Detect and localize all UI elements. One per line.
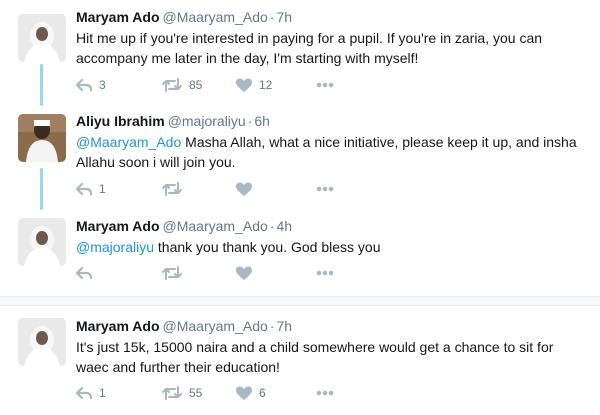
avatar[interactable] bbox=[18, 14, 66, 62]
reply-count: 1 bbox=[99, 386, 106, 400]
tweet-header: Maryam Ado @Maaryam_Ado · 7h bbox=[76, 317, 292, 335]
mention-link[interactable]: @majoraliyu bbox=[76, 239, 154, 255]
retweet-icon bbox=[162, 266, 182, 280]
tweet-text: Hit me up if you're interested in paying… bbox=[76, 30, 543, 66]
tweet[interactable]: Aliyu Ibrahim @majoraliyu · 6h @Maaryam_Ado… bbox=[0, 100, 600, 204]
tweet-actions: 1 bbox=[76, 180, 376, 198]
avatar[interactable] bbox=[18, 114, 66, 162]
reply-button[interactable] bbox=[76, 264, 99, 282]
author-handle[interactable]: @Maaryam_Ado bbox=[163, 218, 268, 234]
more-button[interactable] bbox=[316, 76, 334, 94]
retweet-icon bbox=[162, 78, 182, 92]
separator-dot: · bbox=[269, 318, 275, 334]
conversation-separator bbox=[0, 296, 600, 306]
tweet-timestamp[interactable]: 7h bbox=[276, 9, 292, 25]
more-dots-icon bbox=[316, 82, 334, 88]
like-button[interactable] bbox=[236, 180, 259, 198]
heart-icon bbox=[236, 386, 252, 400]
separator-dot: · bbox=[269, 9, 275, 25]
avatar[interactable] bbox=[18, 218, 66, 266]
tweet-text: @Maaryam_Ado Masha Allah, what a nice in… bbox=[76, 132, 586, 172]
reply-count: 1 bbox=[99, 182, 106, 196]
tweet-text: It's just 15k, 15000 naira and a child s… bbox=[76, 339, 554, 375]
tweet[interactable]: Maryam Ado @Maaryam_Ado · 7h It's just 15k,… bbox=[0, 306, 600, 415]
tweet[interactable]: Maryam Ado @Maaryam_Ado · 7h Hit me up if y… bbox=[0, 0, 600, 100]
retweet-button[interactable] bbox=[162, 180, 189, 198]
reply-arrow-icon bbox=[76, 78, 92, 92]
separator-dot: · bbox=[269, 218, 275, 234]
like-count: 6 bbox=[259, 386, 266, 400]
tweet-timestamp[interactable]: 4h bbox=[276, 218, 292, 234]
tweet-timestamp[interactable]: 6h bbox=[254, 113, 270, 129]
mention-link[interactable]: @Maaryam_Ado bbox=[76, 134, 181, 150]
tweet-actions bbox=[76, 264, 376, 282]
heart-icon bbox=[236, 78, 252, 92]
retweet-count: 55 bbox=[189, 386, 203, 400]
like-button[interactable] bbox=[236, 264, 259, 282]
author-handle[interactable]: @majoraliyu bbox=[168, 113, 246, 129]
tweet-actions: 1 55 6 bbox=[76, 384, 376, 402]
tweet-header: Aliyu Ibrahim @majoraliyu · 6h bbox=[76, 112, 270, 130]
author-name[interactable]: Maryam Ado bbox=[76, 218, 160, 234]
author-name[interactable]: Maryam Ado bbox=[76, 9, 160, 25]
reply-button[interactable]: 1 bbox=[76, 180, 106, 198]
reply-arrow-icon bbox=[76, 182, 92, 196]
retweet-icon bbox=[162, 386, 182, 400]
more-button[interactable] bbox=[316, 264, 334, 282]
tweet-header: Maryam Ado @Maaryam_Ado · 4h bbox=[76, 217, 292, 235]
tweet-text: @majoraliyu thank you thank you. God ble… bbox=[76, 237, 586, 257]
author-name[interactable]: Aliyu Ibrahim bbox=[76, 113, 165, 129]
more-dots-icon bbox=[316, 270, 334, 276]
more-dots-icon bbox=[316, 186, 334, 192]
heart-icon bbox=[236, 182, 252, 196]
reply-arrow-icon bbox=[76, 386, 92, 400]
author-handle[interactable]: @Maaryam_Ado bbox=[163, 318, 268, 334]
retweet-icon bbox=[162, 182, 182, 196]
like-button[interactable]: 6 bbox=[236, 384, 266, 402]
reply-arrow-icon bbox=[76, 266, 92, 280]
retweet-button[interactable]: 85 bbox=[162, 76, 202, 94]
tweet-timestamp[interactable]: 7h bbox=[276, 318, 292, 334]
tweet-actions: 3 85 12 bbox=[76, 76, 376, 94]
author-name[interactable]: Maryam Ado bbox=[76, 318, 160, 334]
tweet-header: Maryam Ado @Maaryam_Ado · 7h bbox=[76, 8, 292, 26]
heart-icon bbox=[236, 266, 252, 280]
more-button[interactable] bbox=[316, 384, 334, 402]
separator-dot: · bbox=[247, 113, 253, 129]
reply-button[interactable]: 3 bbox=[76, 76, 106, 94]
reply-count: 3 bbox=[99, 78, 106, 92]
retweet-count: 85 bbox=[189, 78, 203, 92]
reply-button[interactable]: 1 bbox=[76, 384, 106, 402]
avatar[interactable] bbox=[18, 318, 66, 366]
retweet-button[interactable]: 55 bbox=[162, 384, 202, 402]
tweet-body: thank you thank you. God bless you bbox=[154, 239, 381, 255]
author-handle[interactable]: @Maaryam_Ado bbox=[163, 9, 268, 25]
like-count: 12 bbox=[259, 78, 273, 92]
more-button[interactable] bbox=[316, 180, 334, 198]
like-button[interactable]: 12 bbox=[236, 76, 272, 94]
tweet[interactable]: Maryam Ado @Maaryam_Ado · 4h @majoraliyu th… bbox=[0, 204, 600, 296]
more-dots-icon bbox=[316, 390, 334, 396]
retweet-button[interactable] bbox=[162, 264, 189, 282]
